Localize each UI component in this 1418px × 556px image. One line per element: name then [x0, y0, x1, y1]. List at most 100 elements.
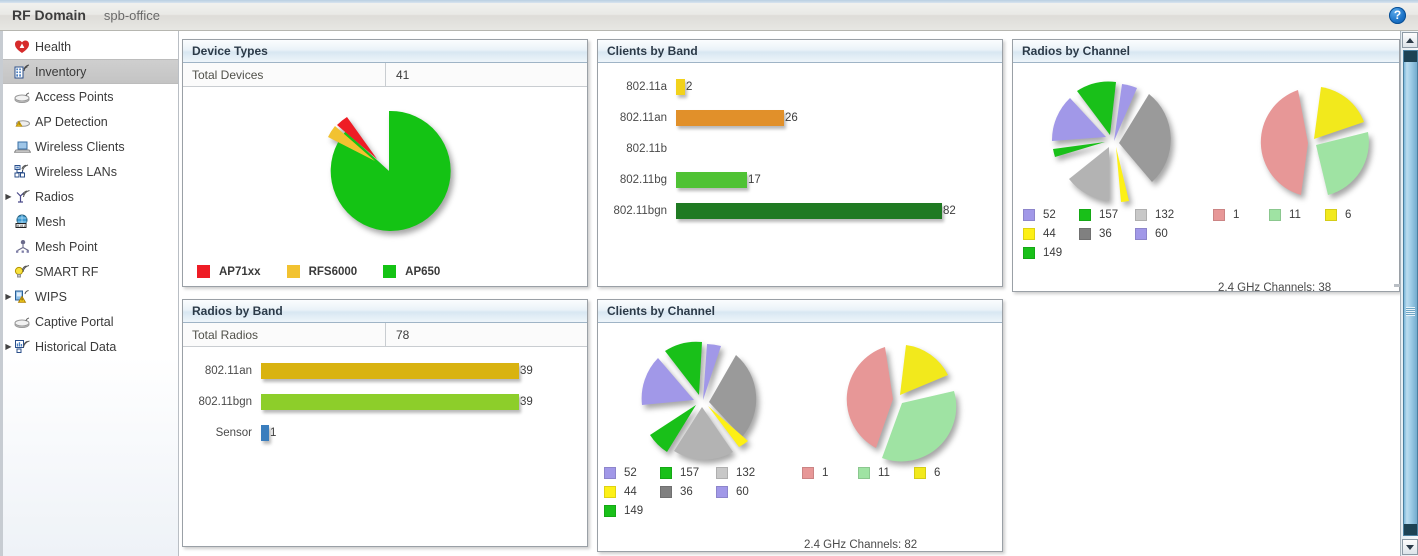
sidebar-item-label: Captive Portal [35, 314, 114, 329]
panel-body-device-types: Total Devices 41 AP71xx RFS6000 AP650 [183, 63, 587, 286]
legend-item-36: 36 [1079, 227, 1125, 240]
legend-item-60: 60 [1135, 227, 1181, 240]
legend-swatch-icon [716, 485, 728, 498]
sidebar-item-wireless-clients[interactable]: ▶ Wireless Clients [3, 134, 178, 159]
bar-category-label: 802.11bgn [198, 395, 252, 408]
legend-row: 52 157 132 [1023, 205, 1191, 224]
expand-arrow-icon[interactable]: ▶ [3, 292, 14, 301]
legend-label: 44 [1043, 227, 1056, 240]
bar-category-label: 802.11an [619, 111, 667, 124]
sidebar-item-label: SMART RF [35, 264, 99, 279]
bar-wrap: 39 [261, 386, 533, 417]
bar-value-label: 82 [943, 204, 956, 217]
bar-value-label: 2 [686, 80, 693, 93]
panel-title-radios-by-channel: Radios by Channel [1013, 40, 1399, 63]
legend-label: 132 [1155, 208, 1175, 221]
clients-24ghz-legend: 1 11 6 [802, 463, 970, 482]
scroll-down-button[interactable] [1402, 539, 1418, 555]
legend-item-11: 11 [858, 466, 904, 479]
radios-5ghz-legend: 52 157 132 44 36 60 149 [1023, 205, 1191, 262]
wips-warning-icon [14, 289, 32, 305]
sidebar-item-label: Wireless LANs [35, 164, 117, 179]
sidebar-item-label: Inventory [35, 64, 87, 79]
legend-swatch-icon [286, 265, 300, 278]
bar-row: 802.11bgn 82 [598, 195, 1002, 226]
scrollbar-thumb-cap-top [1404, 51, 1417, 62]
legend-label: 36 [680, 485, 693, 498]
radios-by-band-chart: 802.11an 39 802.11bgn 39 Sensor 1 [183, 347, 587, 448]
radios-24ghz-pie-graphic [1251, 85, 1371, 203]
legend-item-60: 60 [716, 485, 762, 498]
legend-item-44: 44 [604, 485, 650, 498]
legend-label: 157 [1099, 208, 1119, 221]
panel-radios-by-band: Radios by Band Total Radios 78 802.11an … [182, 299, 588, 547]
legend-item-157: 157 [660, 466, 706, 479]
legend-item-1: 1 [802, 466, 848, 479]
bar-row: 802.11b [598, 133, 1002, 164]
legend-row: 1 11 6 [1213, 205, 1381, 224]
chevron-up-icon [1406, 37, 1414, 43]
bar-wrap: 39 [261, 355, 533, 386]
sidebar-item-radios[interactable]: ▶ Radios [3, 184, 178, 209]
legend-swatch-icon [802, 466, 814, 479]
bar-row: 802.11a 2 [598, 71, 1002, 102]
sidebar-item-smart-rf[interactable]: ▶ SMART RF [3, 259, 178, 284]
sidebar-item-health[interactable]: ▶ Health [3, 34, 178, 59]
expand-arrow-icon[interactable]: ▶ [3, 192, 14, 201]
legend-label: 11 [1289, 208, 1301, 221]
legend-label: 6 [934, 466, 941, 479]
legend-swatch-icon [197, 265, 210, 278]
captive-portal-icon [14, 314, 32, 330]
legend-item-52: 52 [1023, 208, 1069, 221]
sidebar-item-access-points[interactable]: ▶ Access Points [3, 84, 178, 109]
legend-label: 157 [680, 466, 700, 479]
panel-clients-by-band: Clients by Band 802.11a 2 802.11an 26 80… [597, 39, 1003, 287]
bar-value-label: 39 [520, 364, 533, 377]
legend-swatch-icon [1135, 208, 1147, 221]
sidebar-item-wireless-lans[interactable]: ▶ Wireless LANs [3, 159, 178, 184]
legend-item-149: 149 [604, 504, 650, 517]
legend-swatch-icon [604, 504, 616, 517]
legend-label: 44 [624, 485, 637, 498]
sidebar-item-label: Historical Data [35, 339, 117, 354]
sidebar-item-captive-portal[interactable]: ▶ Captive Portal [3, 309, 178, 334]
total-radios-row: Total Radios 78 [183, 323, 587, 347]
sidebar-item-label: AP Detection [35, 114, 108, 129]
legend-swatch-icon [1135, 227, 1147, 240]
sidebar-item-label: Health [35, 39, 72, 54]
bar-category-label: 802.11bg [619, 173, 667, 186]
sidebar-item-mesh[interactable]: ▶ 0101 Mesh [3, 209, 178, 234]
bar-sensor [261, 424, 269, 441]
legend-label: 60 [1155, 227, 1168, 240]
sidebar-item-mesh-point[interactable]: ▶ Mesh Point [3, 234, 178, 259]
help-question-icon[interactable]: ? [1389, 7, 1406, 24]
bar-row: 802.11an 26 [598, 102, 1002, 133]
sidebar-item-inventory[interactable]: ▶ Inventory [3, 59, 178, 84]
clients-24ghz-pie-graphic [836, 343, 961, 465]
bar-802-11bg [676, 171, 747, 188]
clients-24ghz-channel-count: 2.4 GHz Channels: 82 [804, 539, 918, 551]
panel-clients-by-channel: Clients by Channel 52 157 132 44 36 60 1… [597, 299, 1003, 552]
legend-swatch-icon [716, 466, 728, 479]
scroll-up-button[interactable] [1402, 32, 1418, 48]
inventory-building-icon [14, 64, 32, 80]
sidebar-item-ap-detection[interactable]: ▶ AP Detection [3, 109, 178, 134]
legend-item-1: 1 [1213, 208, 1259, 221]
bar-category-label: 802.11an [204, 364, 252, 377]
sidebar-item-historical-data[interactable]: ▶ Historical Data [3, 334, 178, 359]
expand-arrow-icon[interactable]: ▶ [3, 342, 14, 351]
sidebar-item-label: Mesh Point [35, 239, 98, 254]
legend-swatch-icon [1023, 227, 1035, 240]
vertical-scrollbar[interactable] [1400, 31, 1418, 556]
legend-item-157: 157 [1079, 208, 1125, 221]
legend-label: 149 [1043, 246, 1063, 259]
chevron-down-icon [1406, 544, 1414, 550]
legend-item-36: 36 [660, 485, 706, 498]
mesh-icon: 0101 [14, 214, 32, 230]
sidebar-item-wips[interactable]: ▶ WIPS [3, 284, 178, 309]
legend-item-44: 44 [1023, 227, 1069, 240]
legend-item-132: 132 [716, 466, 762, 479]
scrollbar-thumb[interactable] [1403, 50, 1418, 536]
bar-value-label: 39 [520, 395, 533, 408]
bar-category-label: Sensor [215, 426, 252, 439]
